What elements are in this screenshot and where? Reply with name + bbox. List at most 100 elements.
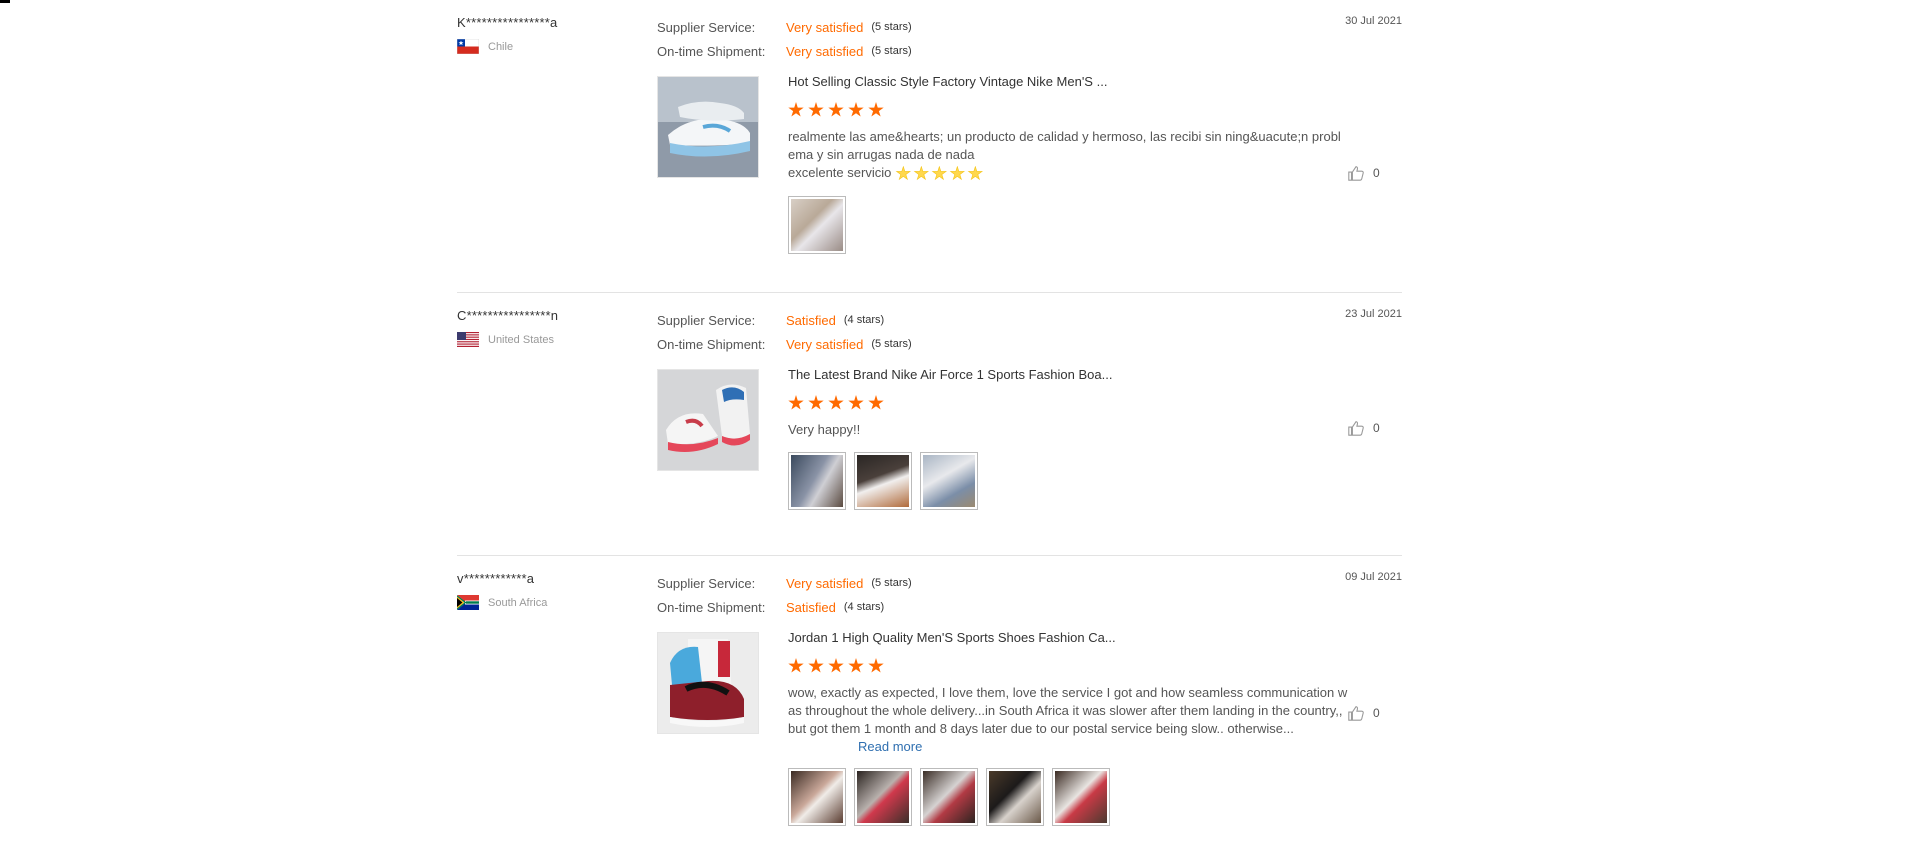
- review-photos: [788, 196, 1348, 254]
- country-name: United States: [488, 333, 555, 346]
- review-text: wow, exactly as expected, I love them, l…: [788, 684, 1348, 756]
- product-title-link[interactable]: The Latest Brand Nike Air Force 1 Sports…: [788, 367, 1348, 387]
- review-text-line: excelente servicio: [788, 164, 1348, 182]
- star-icon: [848, 658, 864, 673]
- like-control[interactable]: 0: [1347, 164, 1380, 182]
- thumbs-up-icon[interactable]: [1347, 419, 1365, 437]
- star-icon: [868, 102, 884, 117]
- review-photo[interactable]: [854, 768, 912, 826]
- star-icon: [868, 658, 884, 673]
- like-count: 0: [1373, 706, 1380, 720]
- shipment-label: On-time Shipment:: [657, 336, 766, 352]
- shipment-rating: On-time Shipment: Satisfied (4 stars): [657, 595, 912, 619]
- review-content: Jordan 1 High Quality Men'S Sports Shoes…: [788, 630, 1348, 826]
- shipment-value: Very satisfied: [786, 43, 864, 59]
- review-date: 30 Jul 2021: [1345, 15, 1402, 27]
- star-icon: [828, 395, 844, 410]
- emoji-star-icon: [949, 165, 966, 181]
- buyer-country: Chile: [457, 39, 637, 54]
- like-count: 0: [1373, 421, 1380, 435]
- review-text-extra: excelente servicio: [788, 165, 892, 180]
- supplier-service-value: Very satisfied: [786, 19, 864, 35]
- read-more-link[interactable]: Read more: [858, 739, 922, 754]
- shipment-value: Satisfied: [786, 599, 836, 615]
- star-icon: [828, 658, 844, 673]
- review-photo[interactable]: [854, 452, 912, 510]
- shipment-rating: On-time Shipment: Very satisfied (5 star…: [657, 332, 912, 356]
- thumbs-up-icon[interactable]: [1347, 704, 1365, 722]
- star-icon: [848, 395, 864, 410]
- supplier-service-stars: (5 stars): [871, 21, 912, 33]
- seller-ratings: Supplier Service: Very satisfied (5 star…: [657, 15, 912, 63]
- star-icon: [788, 395, 804, 410]
- supplier-service-stars: (4 stars): [843, 314, 885, 326]
- review-text-main: wow, exactly as expected, I love them, l…: [788, 685, 1348, 736]
- review-photos: [788, 452, 1348, 510]
- buyer-info: v************a South Africa: [457, 571, 637, 610]
- review-photo[interactable]: [1052, 768, 1110, 826]
- review-text: realmente las ame&hearts; un producto de…: [788, 128, 1348, 182]
- country-name: Chile: [488, 40, 514, 53]
- shipment-label: On-time Shipment:: [657, 43, 766, 59]
- buyer-country: United States: [457, 332, 637, 347]
- shipment-stars: (5 stars): [871, 45, 912, 57]
- like-control[interactable]: 0: [1347, 419, 1380, 437]
- review-photo[interactable]: [986, 768, 1044, 826]
- review-photos: [788, 768, 1348, 826]
- buyer-country: South Africa: [457, 595, 637, 610]
- supplier-service-value: Satisfied: [786, 312, 836, 328]
- thumbs-up-icon[interactable]: [1347, 164, 1365, 182]
- like-count: 0: [1373, 166, 1380, 180]
- review-star-rating: [788, 395, 1348, 413]
- review-content: Hot Selling Classic Style Factory Vintag…: [788, 74, 1348, 254]
- shipment-stars: (5 stars): [871, 338, 912, 350]
- buyer-info: C****************n United States: [457, 308, 637, 347]
- review-item: v************a South Africa Supplier Ser…: [457, 556, 1402, 851]
- product-image[interactable]: [657, 369, 759, 471]
- us-flag-icon: [457, 332, 479, 347]
- star-icon: [808, 658, 824, 673]
- south-africa-flag-icon: [457, 595, 479, 610]
- review-date: 09 Jul 2021: [1345, 571, 1402, 583]
- buyer-name: K****************a: [457, 15, 558, 30]
- review-item: K****************a Chile Supplier Servic…: [457, 0, 1402, 293]
- product-title-link[interactable]: Hot Selling Classic Style Factory Vintag…: [788, 74, 1348, 94]
- review-star-rating: [788, 102, 1348, 120]
- shipment-stars: (4 stars): [843, 601, 885, 613]
- review-photo[interactable]: [920, 452, 978, 510]
- review-text-main: realmente las ame&hearts; un producto de…: [788, 129, 1341, 162]
- seller-ratings: Supplier Service: Satisfied (4 stars) On…: [657, 308, 912, 356]
- supplier-service-value: Very satisfied: [786, 575, 864, 591]
- buyer-name: v************a: [457, 571, 535, 586]
- review-date: 23 Jul 2021: [1345, 308, 1402, 320]
- reviews-list: K****************a Chile Supplier Servic…: [457, 0, 1402, 851]
- product-image[interactable]: [657, 632, 759, 734]
- review-photo[interactable]: [788, 196, 846, 254]
- supplier-service-stars: (5 stars): [871, 577, 912, 589]
- emoji-star-icon: [967, 165, 984, 181]
- product-title-link[interactable]: Jordan 1 High Quality Men'S Sports Shoes…: [788, 630, 1348, 650]
- corner-mark: [0, 0, 10, 3]
- review-star-rating: [788, 658, 1348, 676]
- like-control[interactable]: 0: [1347, 704, 1380, 722]
- shipment-label: On-time Shipment:: [657, 599, 766, 615]
- seller-ratings: Supplier Service: Very satisfied (5 star…: [657, 571, 912, 619]
- emoji-star-icon: [895, 165, 912, 181]
- review-photo[interactable]: [788, 452, 846, 510]
- review-photo[interactable]: [920, 768, 978, 826]
- review-text: Very happy!!: [788, 422, 861, 437]
- star-icon: [788, 102, 804, 117]
- review-item: C****************n United States Supplie…: [457, 293, 1402, 556]
- emoji-stars: [895, 165, 984, 182]
- country-name: South Africa: [488, 596, 548, 609]
- buyer-info: K****************a Chile: [457, 15, 637, 54]
- review-photo[interactable]: [788, 768, 846, 826]
- star-icon: [828, 102, 844, 117]
- product-image[interactable]: [657, 76, 759, 178]
- shipment-rating: On-time Shipment: Very satisfied (5 star…: [657, 39, 912, 63]
- star-icon: [848, 102, 864, 117]
- star-icon: [808, 395, 824, 410]
- supplier-service-label: Supplier Service:: [657, 312, 756, 328]
- supplier-service-label: Supplier Service:: [657, 575, 756, 591]
- emoji-star-icon: [931, 165, 948, 181]
